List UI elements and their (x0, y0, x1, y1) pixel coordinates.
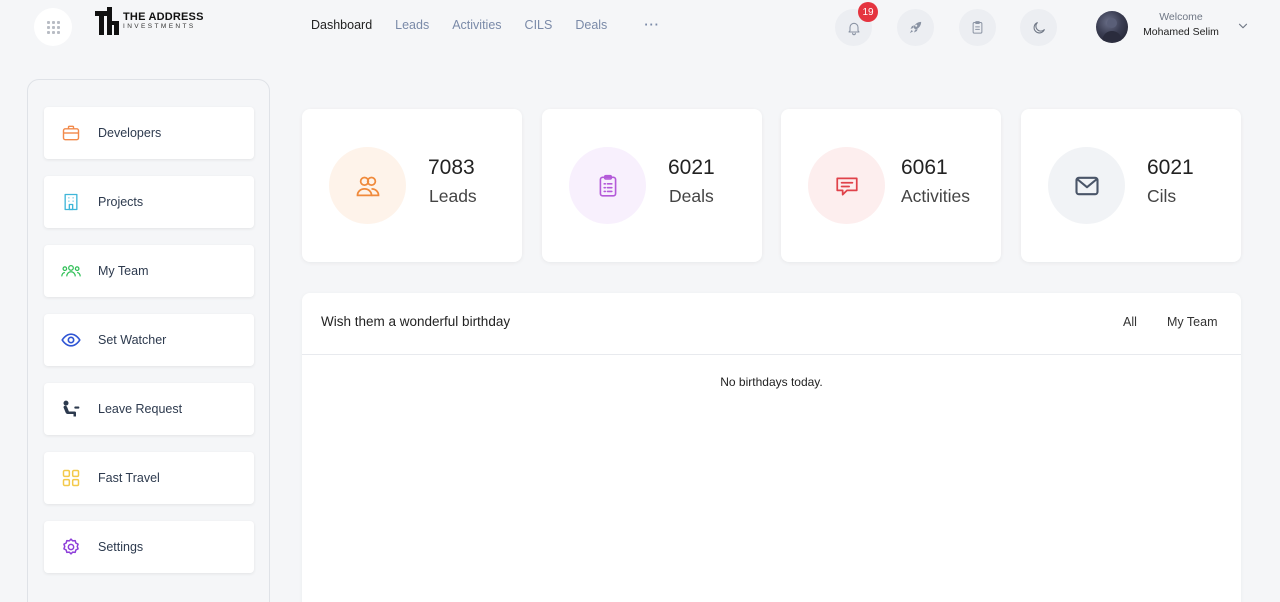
avatar-photo-icon (1102, 18, 1122, 41)
eye-icon (61, 330, 81, 350)
clipboard-icon (972, 21, 983, 34)
stat-card-activities[interactable]: 6061 Activities (781, 109, 1001, 262)
clipboard-icon (569, 147, 646, 224)
sidebar-item-label: Leave Request (98, 402, 183, 416)
birthday-empty-message: No birthdays today. (720, 375, 823, 389)
stat-label: Activities (901, 186, 971, 206)
tasks-button[interactable] (959, 9, 996, 46)
notification-count-badge: 19 (858, 2, 878, 22)
sidebar-item-developers[interactable]: Developers (44, 107, 254, 159)
stat-value: 6021 (668, 156, 715, 179)
sidebar-item-label: Projects (98, 195, 144, 209)
stat-label: Leads (429, 186, 477, 206)
chat-icon (808, 147, 885, 224)
sidebar-item-label: Settings (98, 540, 144, 554)
building-icon (61, 192, 81, 212)
birthday-panel: Wish them a wonderful birthday All My Te… (302, 293, 1241, 602)
logo-mark-icon (95, 7, 119, 35)
sidebar-item-leave-request[interactable]: Leave Request (44, 383, 254, 435)
birthday-panel-header: Wish them a wonderful birthday All My Te… (302, 293, 1241, 355)
apps-grid-icon (46, 20, 60, 34)
nav-deals[interactable]: Deals (575, 18, 607, 32)
rocket-icon (909, 21, 922, 34)
dark-mode-toggle[interactable] (1020, 9, 1057, 46)
notifications-button[interactable]: 19 (835, 2, 878, 46)
user-name: Mohamed Selim (1143, 26, 1219, 38)
gear-icon (61, 537, 81, 557)
filter-all-button[interactable]: All (1123, 315, 1137, 329)
nav-dashboard[interactable]: Dashboard (311, 18, 372, 32)
mail-icon (1048, 147, 1125, 224)
stat-value: 6021 (1147, 156, 1194, 179)
stat-card-cils[interactable]: 6021 Cils (1021, 109, 1241, 262)
birthday-panel-title: Wish them a wonderful birthday (321, 314, 511, 329)
stat-value: 7083 (428, 156, 475, 179)
nav-activities[interactable]: Activities (452, 18, 501, 32)
user-greeting: Welcome Mohamed Selim (1138, 11, 1224, 40)
stat-card-leads[interactable]: 7083 Leads (302, 109, 522, 262)
stat-card-deals[interactable]: 6021 Deals (542, 109, 762, 262)
sidebar-item-label: Set Watcher (98, 333, 167, 347)
sidebar-item-my-team[interactable]: My Team (44, 245, 254, 297)
stat-label: Deals (669, 186, 714, 206)
welcome-label: Welcome (1159, 11, 1203, 23)
brand-subtitle: INVESTMENTS (123, 23, 196, 30)
person-sitting-icon (61, 399, 81, 419)
sidebar-item-fast-travel[interactable]: Fast Travel (44, 452, 254, 504)
chevron-down-icon (1238, 23, 1248, 29)
bell-icon (847, 22, 860, 35)
sidebar-item-label: Developers (98, 126, 162, 140)
stat-label: Cils (1147, 186, 1177, 206)
sidebar-item-projects[interactable]: Projects (44, 176, 254, 228)
sidebar-item-label: My Team (98, 264, 149, 278)
brand-title: THE ADDRESS (123, 11, 204, 23)
quick-launch-button[interactable] (897, 9, 934, 46)
stat-value: 6061 (901, 156, 948, 179)
sidebar: Developers Projects My Team Set Watcher … (27, 79, 270, 602)
briefcase-icon (61, 123, 81, 143)
nav-cils[interactable]: CILS (525, 18, 553, 32)
grid-icon (61, 468, 81, 488)
user-menu-toggle[interactable] (1236, 19, 1250, 38)
apps-menu-button[interactable] (34, 8, 72, 46)
filter-my-team-button[interactable]: My Team (1167, 315, 1217, 329)
brand-logo[interactable]: THE ADDRESS INVESTMENTS (95, 7, 204, 35)
moon-icon (1033, 21, 1045, 33)
nav-leads[interactable]: Leads (395, 18, 429, 32)
team-icon (61, 261, 81, 281)
main-nav: Dashboard Leads Activities CILS Deals ··… (311, 18, 660, 32)
sidebar-item-label: Fast Travel (98, 471, 160, 485)
top-header: THE ADDRESS INVESTMENTS Dashboard Leads … (0, 0, 1280, 54)
sidebar-item-set-watcher[interactable]: Set Watcher (44, 314, 254, 366)
users-icon (329, 147, 406, 224)
sidebar-item-settings[interactable]: Settings (44, 521, 254, 573)
user-avatar[interactable] (1096, 11, 1128, 43)
nav-more-button[interactable]: ··· (644, 18, 660, 32)
